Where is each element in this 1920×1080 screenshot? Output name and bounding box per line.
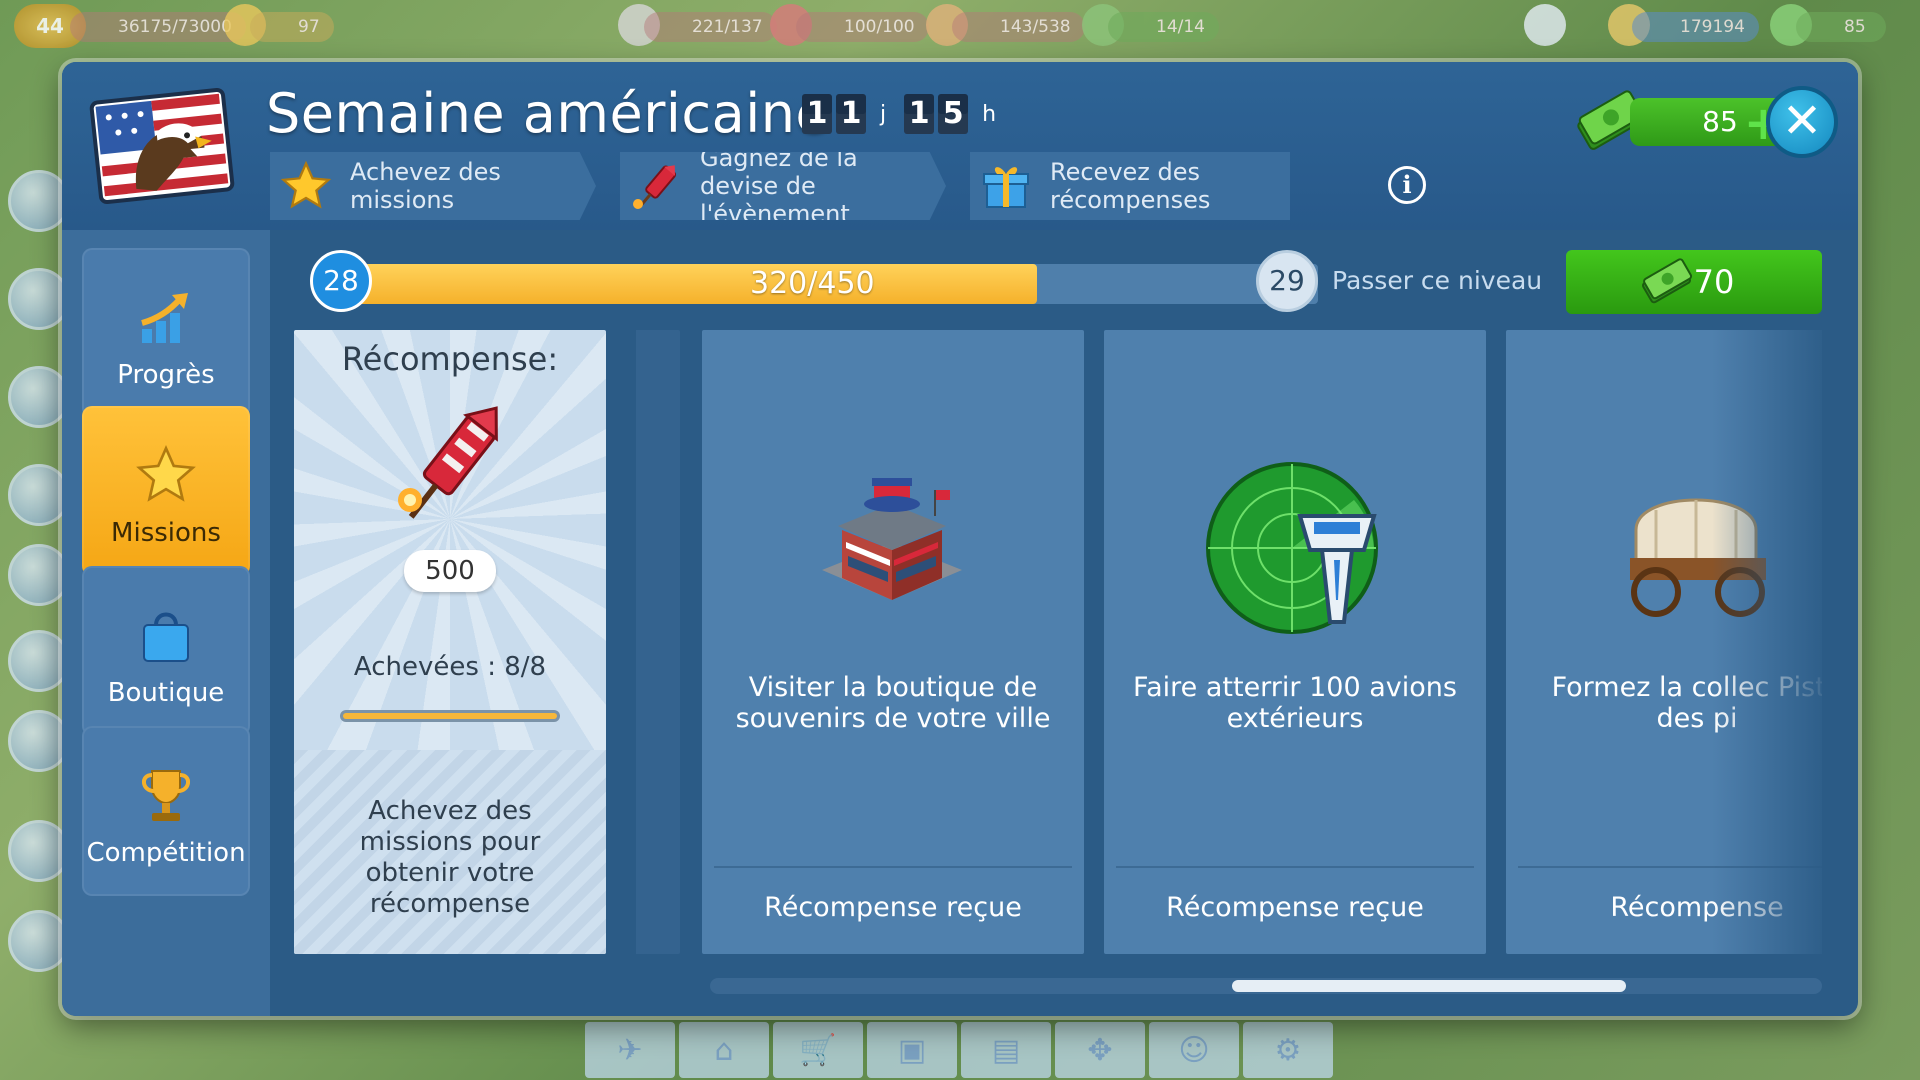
reward-rays <box>294 330 606 750</box>
trophy-icon[interactable] <box>8 544 70 606</box>
star-icon <box>131 440 201 510</box>
reward-amount: 500 <box>404 550 496 592</box>
timer-digit: 5 <box>938 94 969 134</box>
mission-status: Récompense reçue <box>764 892 1022 923</box>
step-earn-currency: Gagnez de la devise de l'évènement <box>620 152 946 220</box>
event-sidebar: Progrès Missions Boutique Compétition <box>62 230 270 1016</box>
step-complete-missions: Achevez des missions <box>270 152 596 220</box>
cart-icon[interactable]: 🛒 <box>773 1022 863 1078</box>
sidebar-item-label: Progrès <box>117 360 215 390</box>
step-label: Achevez des missions <box>350 158 501 214</box>
timer-digit: 1 <box>802 94 832 134</box>
cargo-counter: 143/538 <box>952 12 1085 42</box>
progress-points: 320/450 <box>750 266 875 301</box>
stars-counter: 97 <box>250 12 334 42</box>
sidebar-item-missions[interactable]: Missions <box>82 406 250 576</box>
skip-level-label: Passer ce niveau <box>1332 266 1543 295</box>
control-tower-radar-icon <box>1204 460 1384 640</box>
card-divider <box>714 866 1072 868</box>
missions-completed-fill <box>343 713 557 719</box>
avatar[interactable] <box>8 366 70 428</box>
missions-carousel[interactable]: Visiter la boutique de souvenirs de votr… <box>636 330 1822 954</box>
staff-icon[interactable]: ☺ <box>1149 1022 1239 1078</box>
city-icon[interactable] <box>8 630 70 692</box>
fuel-counter: 221/137 <box>644 12 777 42</box>
missions-completed: Achevées : 8/8 <box>353 652 547 682</box>
next-level-badge: 29 <box>1256 250 1318 312</box>
chest-icon[interactable]: ▤ <box>961 1022 1051 1078</box>
xp-counter: 36175/73000 <box>70 12 246 42</box>
sidebar-item-label: Boutique <box>107 678 225 708</box>
avatar[interactable] <box>8 268 70 330</box>
mission-title: Faire atterrir 100 avions extérieurs <box>1133 672 1457 734</box>
mission-status: Récompense reçue <box>1166 892 1424 923</box>
gift-icon <box>976 156 1036 216</box>
missions-completed-bar <box>340 710 560 722</box>
plane-icon[interactable] <box>8 820 70 882</box>
close-button[interactable]: ✕ <box>1766 86 1838 158</box>
skip-level-button[interactable]: 70 <box>1566 250 1822 314</box>
mission-card[interactable] <box>636 330 680 954</box>
carousel-scroll-thumb[interactable] <box>1232 980 1626 992</box>
current-level-badge: 28 <box>310 250 372 312</box>
crown-icon[interactable] <box>1524 4 1566 46</box>
event-window: Semaine américaine 1 1 j 1 5 h 85 + ✕ Ac… <box>62 62 1858 1016</box>
card-divider <box>1116 866 1474 868</box>
sidebar-item-progres[interactable]: Progrès <box>82 248 250 418</box>
timer-unit-hours: h <box>982 101 997 127</box>
staff-counter: 14/14 <box>1108 12 1219 42</box>
shopping-bag-icon <box>131 600 201 670</box>
coins-bag-icon[interactable] <box>8 464 70 526</box>
game-hud: 44 36175/73000 97 221/137 100/100 143/53… <box>0 0 1920 60</box>
hangar-icon[interactable]: ⌂ <box>679 1022 769 1078</box>
sidebar-item-boutique[interactable]: Boutique <box>82 566 250 736</box>
step-label: Recevez des récompenses <box>1050 158 1211 214</box>
sidebar-item-label: Missions <box>111 518 221 548</box>
carousel-scrollbar[interactable] <box>710 978 1822 994</box>
reward-panel: Récompense: 500 Achevées : 8/8 Achevez d… <box>294 330 606 954</box>
event-title: Semaine américaine <box>266 82 830 145</box>
progress-fill <box>348 264 1037 304</box>
globe-plane-icon[interactable]: ✈ <box>585 1022 675 1078</box>
move-arrows-icon[interactable]: ✥ <box>1055 1022 1145 1078</box>
coins-counter: 179194 <box>1632 12 1759 42</box>
event-timer: 1 1 j 1 5 h <box>802 94 1010 134</box>
avatar[interactable] <box>8 170 70 232</box>
star-icon <box>276 156 336 216</box>
event-progress-bar: 320/450 <box>348 264 1318 304</box>
carousel-fade <box>1712 330 1822 954</box>
gear-icon[interactable]: ⚙ <box>1243 1022 1333 1078</box>
crate-icon[interactable]: ▣ <box>867 1022 957 1078</box>
building-icon[interactable] <box>8 910 70 972</box>
cash-counter: 85 <box>1796 12 1886 42</box>
progress-chart-icon <box>131 282 201 352</box>
souvenir-shop-icon <box>802 460 982 640</box>
gas-counter: 100/100 <box>796 12 929 42</box>
mission-card[interactable]: Faire atterrir 100 avions extérieurs Réc… <box>1104 330 1486 954</box>
bottom-toolbar: ✈ ⌂ 🛒 ▣ ▤ ✥ ☺ ⚙ <box>585 1022 1335 1078</box>
reward-title: Récompense: <box>341 340 559 378</box>
firework-icon <box>390 396 520 540</box>
cash-icon <box>1638 258 1694 306</box>
trophy-icon <box>131 760 201 830</box>
step-receive-rewards: Recevez des récompenses <box>970 152 1290 220</box>
american-flag-eagle-icon <box>87 83 238 209</box>
step-label: Gagnez de la devise de l'évènement <box>700 144 858 228</box>
sidebar-item-competition[interactable]: Compétition <box>82 726 250 896</box>
sidebar-item-label: Compétition <box>86 838 246 868</box>
info-icon[interactable]: i <box>1388 166 1426 204</box>
crown-icon[interactable] <box>8 710 70 772</box>
mission-title: Visiter la boutique de souvenirs de votr… <box>735 672 1051 734</box>
timer-digit: 1 <box>836 94 866 134</box>
reward-hint: Achevez des missions pour obtenir votre … <box>359 796 541 919</box>
mission-card[interactable]: Visiter la boutique de souvenirs de votr… <box>702 330 1084 954</box>
firework-icon <box>626 156 686 216</box>
timer-unit-days: j <box>880 101 887 127</box>
reward-footer: Achevez des missions pour obtenir votre … <box>294 750 606 954</box>
timer-digit: 1 <box>904 94 935 134</box>
